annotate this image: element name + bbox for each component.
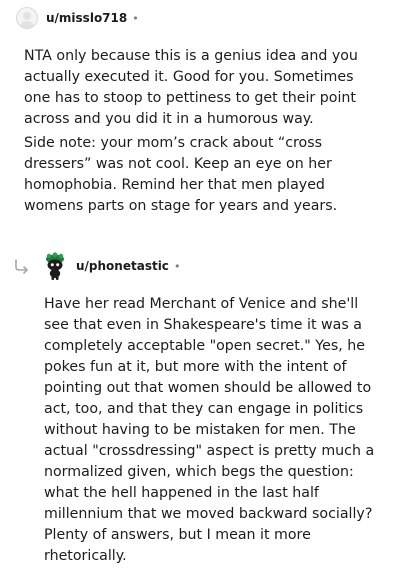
comment: u/misslo718 • NTA only because this is a… (0, 4, 400, 220)
comment-header: u/misslo718 • (0, 4, 400, 32)
comment-body: Have her read Merchant of Venice and she… (0, 280, 400, 567)
default-avatar-icon[interactable] (16, 7, 38, 29)
comment-body: NTA only because this is a genius idea a… (0, 32, 400, 217)
reply-comment: u/phonetastic • Have her read Merchant o… (0, 252, 400, 570)
comment-header: u/phonetastic • (0, 252, 400, 280)
username-link[interactable]: u/phonetastic (76, 259, 169, 273)
separator-dot: • (173, 259, 181, 273)
comment-paragraph: NTA only because this is a genius idea a… (24, 48, 358, 127)
comment-paragraph: Have her read Merchant of Venice and she… (44, 296, 375, 564)
username-link[interactable]: u/misslo718 (46, 11, 127, 25)
snoo-avatar-icon[interactable] (42, 252, 68, 280)
comment-paragraph: Side note: your mom’s crack about “cross… (24, 135, 338, 214)
separator-dot: • (132, 11, 139, 25)
reply-arrow-icon (15, 259, 28, 274)
